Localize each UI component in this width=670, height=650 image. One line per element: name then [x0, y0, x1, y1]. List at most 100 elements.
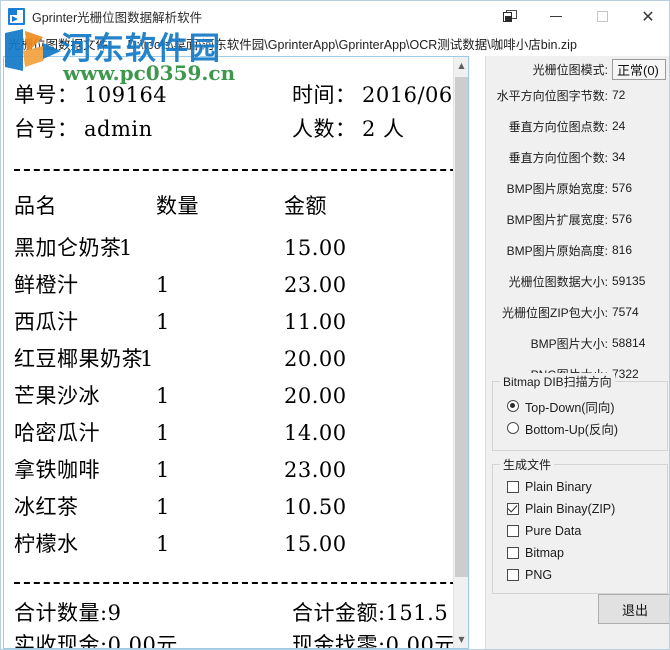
info-field-value: 58814: [612, 336, 646, 350]
receipt-item-qty: 1: [156, 421, 170, 445]
generate-file-label: Plain Binay(ZIP): [525, 502, 616, 516]
scan-direction-label: Bottom-Up(反向): [525, 422, 619, 437]
info-field-label: BMP图片原始宽度:: [506, 181, 608, 196]
generate-files-options: Plain Binary Plain Binay(ZIP) Pure Data Bit…: [493, 465, 667, 586]
generate-file-checkbox[interactable]: Plain Binay(ZIP): [493, 498, 667, 520]
info-field-row: BMP图片大小: 58814: [486, 332, 669, 354]
receipt-table-value: admin: [84, 117, 153, 141]
receipt-item-qty: 1: [156, 384, 170, 408]
generate-file-checkbox[interactable]: PNG: [493, 564, 667, 586]
receipt-item-qty: 1: [156, 495, 170, 519]
generate-file-checkbox[interactable]: Bitmap: [493, 542, 667, 564]
options-panel: 光栅位图模式: 正常(0) 水平方向位图字节数: 72 垂直方向位图点数: 24 垂直方…: [485, 56, 669, 649]
window-title: Gprinter光栅位图数据解析软件: [32, 11, 203, 25]
checkbox-icon[interactable]: [507, 547, 519, 559]
receipt-item-amount: 23.00: [284, 458, 347, 482]
receipt-item-qty: 1: [156, 532, 170, 556]
receipt-time-value: 2016/06/: [362, 83, 456, 107]
scan-direction-title: Bitmap DIB扫描方向: [500, 373, 615, 390]
scroll-down-arrow-icon[interactable]: ▼: [454, 631, 468, 648]
receipt-image: 单号： 109164 时间： 2016/06/ 台号： admin 人数： 2 …: [4, 57, 456, 649]
info-field-value: 576: [612, 212, 633, 226]
receipt-item-amount: 20.00: [284, 347, 347, 371]
info-field-value: 34: [612, 150, 626, 164]
info-field-label: 光栅位图ZIP包大小:: [501, 305, 608, 320]
generate-file-label: Plain Binary: [525, 480, 592, 494]
app-icon: [8, 8, 25, 25]
receipt-item-amount: 15.00: [284, 236, 347, 260]
bitmap-mode-select[interactable]: 正常(0): [612, 58, 666, 80]
receipt-vertical-scrollbar[interactable]: ▲ ▼: [453, 57, 468, 648]
title-bar: Gprinter光栅位图数据解析软件 ✕: [1, 1, 669, 32]
info-field-row: 光栅位图ZIP包大小: 7574: [486, 301, 669, 323]
receipt-col-name: 品名: [14, 194, 57, 218]
file-path-row: 光栅位图数据文件: D:\tools\桌面\河东软件园\GprinterApp\…: [1, 32, 669, 54]
receipt-item-amount: 23.00: [284, 273, 347, 297]
receipt-item-qty: 1: [156, 458, 170, 482]
scan-direction-radio[interactable]: Bottom-Up(反向): [493, 417, 667, 439]
receipt-time-label: 时间：: [292, 83, 357, 107]
file-path-value: D:\tools\桌面\河东软件园\GprinterApp\GprinterAp…: [127, 37, 577, 52]
exit-button[interactable]: 退出: [598, 594, 669, 624]
generate-file-checkbox[interactable]: Plain Binary: [493, 476, 667, 498]
info-field-label: BMP图片原始高度:: [506, 243, 608, 258]
receipt-item-name: 鲜橙汁: [14, 273, 79, 297]
receipt-item-name: 红豆椰果奶茶: [14, 347, 143, 371]
generate-file-label: Bitmap: [525, 546, 564, 560]
receipt-divider-top: [14, 169, 456, 171]
receipt-total-amount: 合计金额:151.5: [292, 601, 449, 625]
receipt-item-amount: 15.00: [284, 532, 347, 556]
restore-icon[interactable]: [487, 1, 533, 32]
maximize-button[interactable]: [579, 1, 625, 32]
scroll-up-arrow-icon[interactable]: ▲: [454, 57, 468, 74]
receipt-order-label: 单号：: [14, 83, 79, 107]
checkbox-icon[interactable]: [507, 503, 519, 515]
scrollbar-thumb[interactable]: [455, 77, 468, 577]
info-field-label: 光栅位图数据大小:: [508, 274, 608, 289]
info-field-row: 垂直方向位图点数: 24: [486, 115, 669, 137]
receipt-item-qty: 1: [119, 236, 133, 260]
info-field-row: 水平方向位图字节数: 72: [486, 84, 669, 106]
receipt-item-amount: 11.00: [284, 310, 347, 334]
info-field-row: BMP图片原始宽度: 576: [486, 177, 669, 199]
window-controls: ✕: [487, 1, 669, 32]
receipt-total-qty: 合计数量:9: [14, 601, 122, 625]
receipt-table-label: 台号：: [14, 117, 79, 141]
checkbox-icon[interactable]: [507, 481, 519, 493]
info-field-value: 7574: [612, 305, 639, 319]
info-field-label: 垂直方向位图个数:: [508, 150, 608, 165]
info-field-value: 72: [612, 88, 626, 102]
receipt-item-qty: 1: [156, 310, 170, 334]
bitmap-mode-row: 光栅位图模式: 正常(0): [486, 58, 669, 80]
radio-icon[interactable]: [507, 400, 519, 412]
receipt-cash-change: 现金找零:0.00元: [292, 633, 456, 649]
receipt-item-qty: 1: [156, 273, 170, 297]
checkbox-icon[interactable]: [507, 569, 519, 581]
file-path-label: 光栅位图数据文件:: [8, 37, 112, 52]
checkbox-icon[interactable]: [507, 525, 519, 537]
receipt-item-name: 柠檬水: [14, 532, 79, 556]
info-field-row: BMP图片原始高度: 816: [486, 239, 669, 261]
scan-direction-group: Bitmap DIB扫描方向 Top-Down(同向) Bottom-Up(反向): [492, 373, 668, 451]
receipt-item-name: 冰红茶: [14, 495, 79, 519]
info-field-value: 816: [612, 243, 633, 257]
generate-file-checkbox[interactable]: Pure Data: [493, 520, 667, 542]
receipt-item-name: 哈密瓜汁: [14, 421, 100, 445]
receipt-item-name: 黑加仑奶茶: [14, 236, 122, 260]
generate-files-group: 生成文件 Plain Binary Plain Binay(ZIP) Pure Da…: [492, 456, 668, 594]
generate-file-label: Pure Data: [525, 524, 582, 538]
info-field-value: 59135: [612, 274, 646, 288]
info-field-row: BMP图片扩展宽度: 576: [486, 208, 669, 230]
info-field-row: 垂直方向位图个数: 34: [486, 146, 669, 168]
bitmap-mode-label: 光栅位图模式:: [532, 62, 608, 77]
close-button[interactable]: ✕: [625, 1, 669, 32]
receipt-people-label: 人数：: [292, 117, 357, 141]
radio-icon[interactable]: [507, 422, 519, 434]
minimize-button[interactable]: [533, 1, 579, 32]
scan-direction-label: Top-Down(同向): [525, 400, 615, 415]
receipt-divider-bottom: [14, 582, 456, 584]
receipt-item-amount: 20.00: [284, 384, 347, 408]
receipt-col-amount: 金额: [284, 194, 327, 218]
scan-direction-radio[interactable]: Top-Down(同向): [493, 395, 667, 417]
info-field-label: BMP图片扩展宽度:: [506, 212, 608, 227]
